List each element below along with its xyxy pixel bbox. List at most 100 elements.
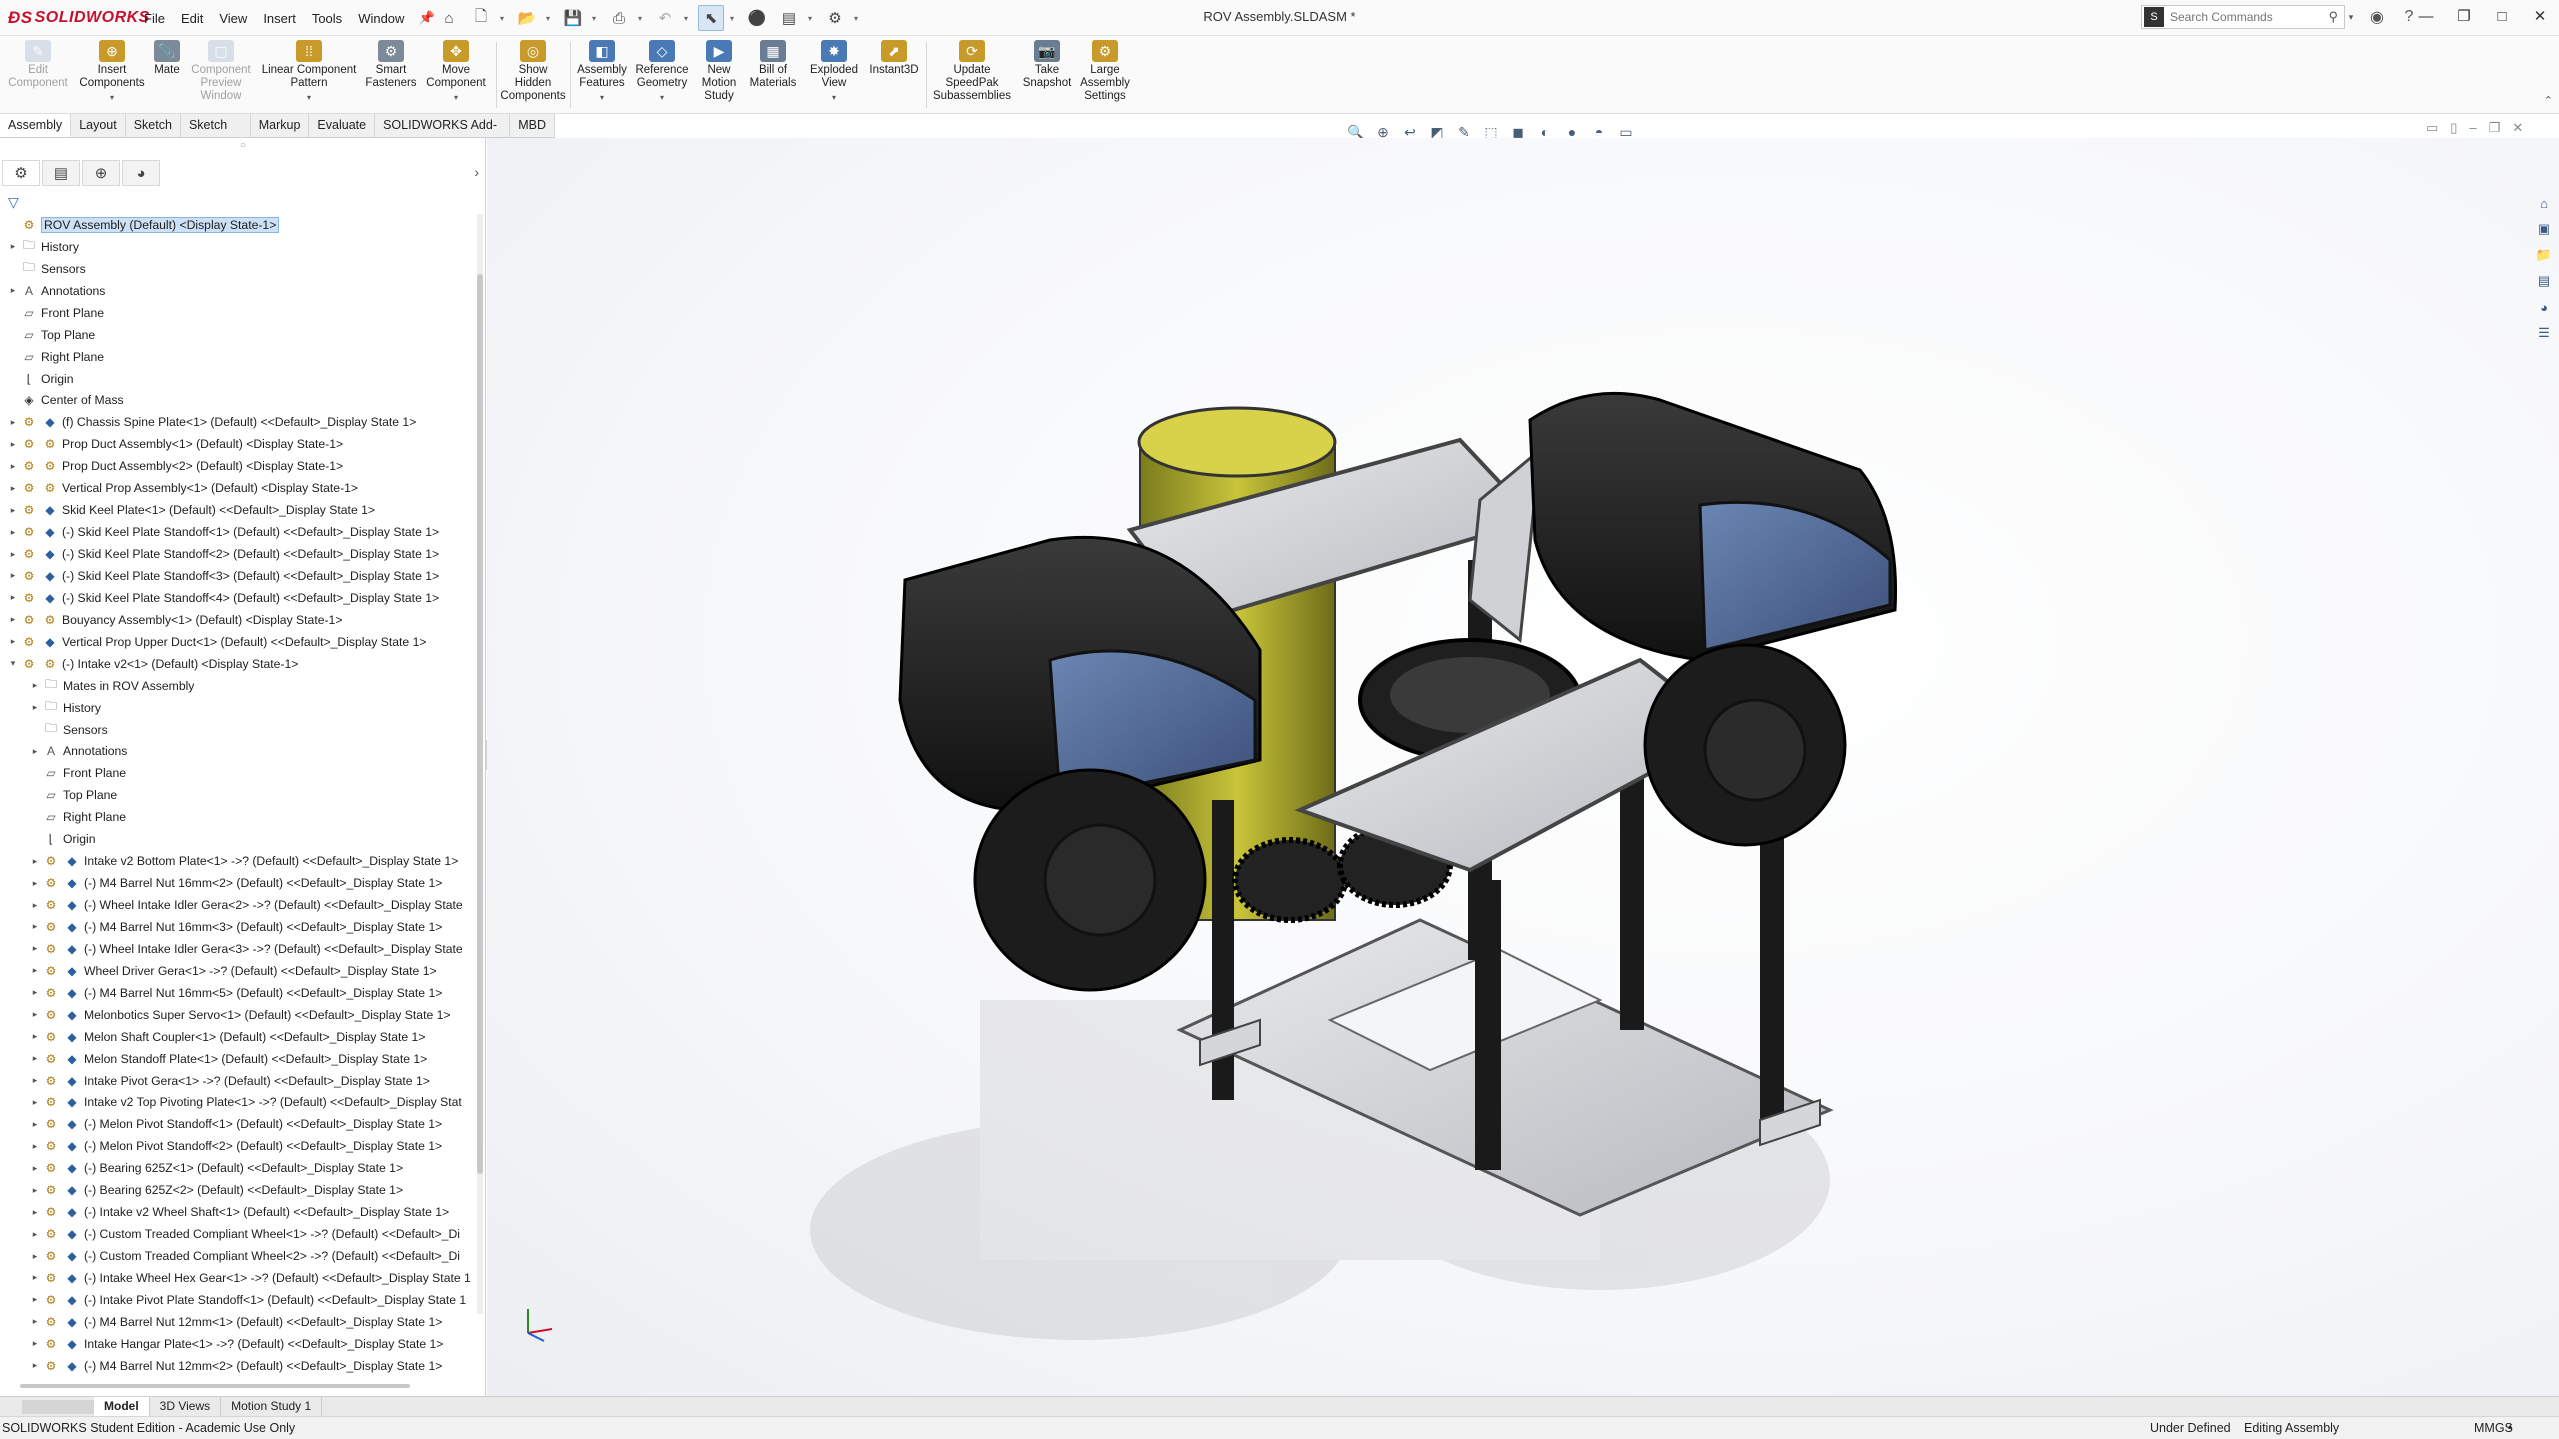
print-icon[interactable]: ⎙ (606, 5, 632, 31)
expand-arrow-icon[interactable]: ▸ (28, 1251, 42, 1262)
reference-geometry-button[interactable]: ◇ Reference Geometry ▾ (632, 40, 692, 104)
tree-row[interactable]: ▱ Top Plane (0, 324, 478, 346)
options-gear-icon[interactable]: ⚙ (822, 5, 848, 31)
standoff[interactable] (1760, 800, 1784, 1120)
expand-arrow-icon[interactable]: ▸ (28, 1185, 42, 1196)
expand-arrow-icon[interactable]: ▸ (28, 856, 42, 867)
open-dropdown-icon[interactable]: ▾ (546, 14, 554, 23)
right-propeller[interactable] (1703, 698, 1807, 802)
update-speedpak-button[interactable]: ⟳ Update SpeedPak Subassemblies (928, 40, 1016, 103)
assembly-features-button[interactable]: ◧ Assembly Features ▾ (572, 40, 632, 104)
tree-row[interactable]: ▸ ⚙ ◆ (-) Custom Treaded Compliant Wheel<1>… (0, 1223, 478, 1245)
expand-arrow-icon[interactable]: ▸ (6, 527, 20, 538)
expand-arrow-icon[interactable]: ▸ (28, 1360, 42, 1371)
solidworks-logo[interactable]: ƉS SOLIDWORKS (8, 6, 150, 30)
tree-row[interactable]: ⚙ ROV Assembly (Default) <Display State-1… (0, 214, 478, 236)
expand-arrow-icon[interactable]: ▸ (28, 1272, 42, 1283)
display-manager-tab-icon[interactable]: ◕ (122, 160, 160, 186)
insert-components-dropdown-icon[interactable]: ▾ (110, 91, 114, 104)
traffic-light-icon[interactable]: ⚫ (744, 5, 770, 31)
tab-navigation-arrows[interactable] (22, 1399, 94, 1414)
show-hidden-components-button[interactable]: ◎ Show Hidden Components (500, 40, 566, 103)
tree-row[interactable]: ▸ 🗀 History (0, 697, 478, 719)
save-icon[interactable]: 💾 (560, 5, 586, 31)
left-propeller[interactable] (1043, 823, 1157, 937)
expand-arrow-icon[interactable]: ▸ (28, 965, 42, 976)
standoff[interactable] (1475, 880, 1501, 1170)
expand-arrow-icon[interactable]: ▸ (28, 921, 42, 932)
custom-properties-icon[interactable]: ☰ (2533, 323, 2555, 343)
tree-row[interactable]: ▸ ⚙ ◆ (-) M4 Barrel Nut 16mm<3> (Default) <… (0, 916, 478, 938)
assembly-features-dropdown-icon[interactable]: ▾ (600, 91, 604, 104)
menu-edit[interactable]: Edit (173, 11, 211, 26)
undo-icon[interactable]: ↶ (652, 5, 678, 31)
tree-row[interactable]: ▸ ⚙ ◆ (-) M4 Barrel Nut 12mm<1> (Default) <… (0, 1311, 478, 1333)
menu-file[interactable]: File (136, 11, 173, 26)
insert-components-button[interactable]: ⊕ Insert Components ▾ (72, 40, 152, 104)
tree-row[interactable]: ▸ ⚙ ◆ (-) Melon Pivot Standoff<1> (Default)… (0, 1113, 478, 1135)
rov-assembly-model[interactable] (487, 138, 2559, 1396)
search-commands[interactable]: S ⚲ (2141, 5, 2345, 29)
view-palette-icon[interactable]: ▤ (2533, 271, 2555, 291)
file-properties-dropdown-icon[interactable]: ▾ (808, 14, 816, 23)
search-icon[interactable]: ⚲ (2328, 9, 2338, 25)
expand-arrow-icon[interactable]: ▸ (6, 549, 20, 560)
menu-window[interactable]: Window (350, 11, 412, 26)
select-pointer-icon[interactable]: ⬉ (698, 5, 724, 31)
expand-panel-icon[interactable]: › (474, 164, 479, 180)
tree-row[interactable]: ▸ ⚙ ◆ Intake v2 Bottom Plate<1> ->? (Defaul… (0, 850, 478, 872)
new-document-icon[interactable]: 🗋 (468, 5, 494, 31)
tree-row[interactable]: ▱ Right Plane (0, 346, 478, 368)
configuration-manager-tab-icon[interactable]: ⊕ (82, 160, 120, 186)
search-scope-icon[interactable]: S (2144, 7, 2164, 27)
user-account-icon[interactable]: ◉ (2366, 7, 2388, 27)
expand-arrow-icon[interactable]: ▸ (28, 1053, 42, 1064)
print-dropdown-icon[interactable]: ▾ (638, 14, 646, 23)
collapse-ribbon-icon[interactable]: ⌃ (2544, 94, 2553, 107)
tab-model[interactable]: Model (94, 1397, 150, 1416)
expand-arrow-icon[interactable]: ▸ (6, 505, 20, 516)
tree-row[interactable]: ⌊ Origin (0, 828, 478, 850)
tree-row[interactable]: ▸ ⚙ ◆ Wheel Driver Gera<1> ->? (Default) <<… (0, 960, 478, 982)
edit-component-button[interactable]: ✎ Edit Component (2, 40, 74, 90)
expand-arrow-icon[interactable]: ▾ (6, 658, 20, 669)
undo-dropdown-icon[interactable]: ▾ (684, 14, 692, 23)
smart-fasteners-button[interactable]: ⚙ Smart Fasteners (360, 40, 422, 90)
gear[interactable] (1232, 837, 1348, 923)
tree-row[interactable]: ▱ Right Plane (0, 806, 478, 828)
expand-arrow-icon[interactable]: ▸ (28, 1316, 42, 1327)
tree-row[interactable]: ▸ 🗀 History (0, 236, 478, 258)
tree-row[interactable]: ▸ ⚙ ⚙ Prop Duct Assembly<1> (Default) <Disp… (0, 433, 478, 455)
tree-row[interactable]: ▸ ⚙ ◆ Intake Hangar Plate<1> ->? (Default) … (0, 1333, 478, 1355)
instant3d-button[interactable]: ⬈ Instant3D (866, 40, 922, 77)
expand-arrow-icon[interactable]: ▸ (28, 702, 42, 713)
move-component-button[interactable]: ✥ Move Component ▾ (424, 40, 488, 104)
expand-arrow-icon[interactable]: ▸ (6, 439, 20, 450)
expand-arrow-icon[interactable]: ▸ (28, 680, 42, 691)
tree-row[interactable]: ▸ ⚙ ⚙ Prop Duct Assembly<2> (Default) <Disp… (0, 455, 478, 477)
search-input[interactable] (2170, 10, 2300, 24)
menu-tools[interactable]: Tools (304, 11, 350, 26)
take-snapshot-button[interactable]: 📷 Take Snapshot (1018, 40, 1076, 90)
expand-arrow-icon[interactable]: ▸ (6, 461, 20, 472)
component-preview-window-button[interactable]: ▢ Component Preview Window (186, 40, 256, 103)
property-manager-tab-icon[interactable]: ▤ (42, 160, 80, 186)
tree-row[interactable]: ▸ ⚙ ◆ Melon Shaft Coupler<1> (Default) <<De… (0, 1026, 478, 1048)
tree-row[interactable]: 🗀 Sensors (0, 719, 478, 741)
solidworks-resources-icon[interactable]: ⌂ (2533, 193, 2555, 213)
expand-arrow-icon[interactable]: ▸ (6, 592, 20, 603)
tree-row[interactable]: ▾ ⚙ ⚙ (-) Intake v2<1> (Default) <Display S… (0, 653, 478, 675)
tree-row[interactable]: ▸ ⚙ ◆ (-) M4 Barrel Nut 16mm<5> (Default) <… (0, 982, 478, 1004)
expand-arrow-icon[interactable]: ▸ (6, 241, 20, 252)
exploded-view-dropdown-icon[interactable]: ▾ (832, 91, 836, 104)
tree-row[interactable]: ▸ ⚙ ⚙ Vertical Prop Assembly<1> (Default) <… (0, 477, 478, 499)
expand-arrow-icon[interactable]: ▸ (6, 636, 20, 647)
tree-row[interactable]: ▸ ⚙ ◆ (-) Skid Keel Plate Standoff<2> (Defa… (0, 543, 478, 565)
expand-arrow-icon[interactable]: ▸ (28, 1141, 42, 1152)
menu-insert[interactable]: Insert (255, 11, 304, 26)
file-explorer-icon[interactable]: 📁 (2533, 245, 2555, 265)
tree-row[interactable]: ▸ ⚙ ◆ Intake v2 Top Pivoting Plate<1> ->? (… (0, 1092, 478, 1114)
expand-arrow-icon[interactable]: ▸ (6, 614, 20, 625)
expand-arrow-icon[interactable]: ▸ (28, 1119, 42, 1130)
expand-arrow-icon[interactable]: ▸ (28, 943, 42, 954)
